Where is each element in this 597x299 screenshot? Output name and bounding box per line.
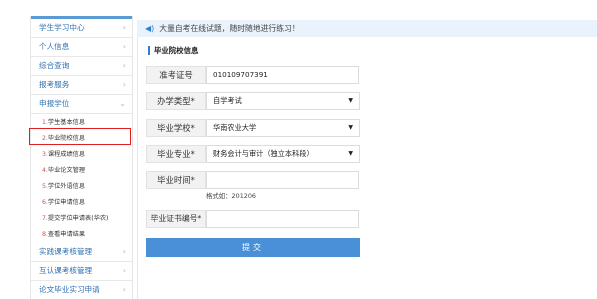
- submenu-label: 学位外语信息: [47, 183, 86, 190]
- chevron-right-icon: ›: [122, 80, 126, 89]
- grad-time-hint: 格式如：201206: [206, 192, 256, 200]
- degree-submenu: 1.学生基本信息 2.毕业院校信息 3.课程成绩信息 4.毕业论文管理 5.学位…: [31, 114, 132, 243]
- major-select[interactable]: 财务会计与审计（独立本科段） ▼: [206, 145, 360, 163]
- dropdown-arrow-icon: ▼: [348, 97, 353, 104]
- page: 学生学习中心 › 个人信息 › 综合查询 › 报考服务 › 申报学位 ⌄ 1.学…: [0, 0, 597, 299]
- submenu-item-student-info[interactable]: 1.学生基本信息: [31, 115, 132, 131]
- submenu-label: 提交学位申请表(华农): [47, 215, 109, 222]
- submenu-label: 课程成绩信息: [47, 151, 86, 158]
- grad-time-label: 毕业时间*: [146, 171, 206, 189]
- exam-no-field[interactable]: 010109707391: [206, 66, 359, 84]
- submenu-item-foreign-language[interactable]: 5.学位外语信息: [31, 179, 132, 195]
- submenu-label: 学生基本信息: [47, 119, 86, 126]
- chevron-right-icon: ›: [122, 61, 126, 70]
- cert-no-input[interactable]: [206, 210, 359, 228]
- sidebar-item-label: 论文毕业实习申请: [39, 285, 100, 294]
- submenu-item-submit-application[interactable]: 7.提交学位申请表(华农): [31, 211, 132, 227]
- chevron-right-icon: ›: [122, 266, 126, 275]
- chevron-right-icon: ›: [122, 247, 126, 256]
- sidebar: 学生学习中心 › 个人信息 › 综合查询 › 报考服务 › 申报学位 ⌄ 1.学…: [30, 16, 133, 299]
- sidebar-item-label: 个人信息: [39, 42, 70, 51]
- major-label: 毕业专业*: [146, 145, 206, 163]
- sidebar-item-label: 报考服务: [39, 80, 70, 89]
- chevron-right-icon: ›: [122, 42, 126, 51]
- submenu-label: 学位申请信息: [47, 199, 86, 206]
- submit-button[interactable]: 提交: [146, 238, 360, 257]
- submenu-label: 毕业院校信息: [47, 135, 86, 142]
- cert-no-label: 毕业证书编号*: [146, 210, 206, 228]
- chevron-right-icon: ›: [122, 23, 126, 32]
- sidebar-item-study-center[interactable]: 学生学习中心 ›: [31, 19, 132, 38]
- notice-bar: ◀) 大量自考在线试题，随时随地进行练习！: [137, 20, 597, 37]
- dropdown-arrow-icon: ▼: [348, 124, 353, 131]
- submenu-item-thesis[interactable]: 4.毕业论文管理: [31, 163, 132, 179]
- chevron-right-icon: ›: [122, 285, 126, 294]
- school-label: 毕业学校*: [146, 119, 206, 137]
- sidebar-item-label: 互认课考核管理: [39, 266, 93, 275]
- exam-no-label: 准考证号: [146, 66, 206, 84]
- submenu-item-degree-application[interactable]: 6.学位申请信息: [31, 195, 132, 211]
- section-title: 毕业院校信息: [148, 46, 198, 55]
- school-type-value: 自学考试: [213, 96, 242, 105]
- sidebar-item-exam-service[interactable]: 报考服务 ›: [31, 76, 132, 95]
- chevron-down-icon: ⌄: [119, 99, 126, 108]
- major-value: 财务会计与审计（独立本科段）: [213, 149, 314, 158]
- grad-time-input[interactable]: [206, 171, 359, 189]
- submenu-label: 毕业论文管理: [47, 167, 86, 174]
- sidebar-item-mutual-assessment[interactable]: 互认课考核管理 ›: [31, 262, 132, 281]
- school-type-select[interactable]: 自学考试 ▼: [206, 92, 360, 110]
- school-value: 华南农业大学: [213, 123, 257, 132]
- school-type-label: 办学类型*: [146, 92, 206, 110]
- sidebar-item-practice-assessment[interactable]: 实践课考核管理 ›: [31, 243, 132, 262]
- sidebar-item-label: 申报学位: [39, 99, 70, 108]
- sidebar-item-personal-info[interactable]: 个人信息 ›: [31, 38, 132, 57]
- sidebar-item-label: 综合查询: [39, 61, 70, 70]
- sidebar-item-query[interactable]: 综合查询 ›: [31, 57, 132, 76]
- sidebar-item-label: 学生学习中心: [39, 23, 85, 32]
- notice-text: 大量自考在线试题，随时随地进行练习！: [159, 24, 300, 33]
- school-select[interactable]: 华南农业大学 ▼: [206, 119, 360, 137]
- sidebar-item-internship[interactable]: 论文毕业实习申请 ›: [31, 281, 132, 299]
- dropdown-arrow-icon: ▼: [348, 150, 353, 157]
- submenu-item-view-result[interactable]: 8.查看申请结果: [31, 227, 132, 243]
- speaker-icon: ◀): [145, 24, 155, 33]
- submenu-label: 查看申请结果: [47, 231, 86, 238]
- submenu-item-graduate-school[interactable]: 2.毕业院校信息: [31, 131, 132, 147]
- exam-no-value: 010109707391: [213, 70, 268, 79]
- submenu-item-scores[interactable]: 3.课程成绩信息: [31, 147, 132, 163]
- sidebar-item-label: 实践课考核管理: [39, 247, 93, 256]
- sidebar-item-degree[interactable]: 申报学位 ⌄: [31, 95, 132, 114]
